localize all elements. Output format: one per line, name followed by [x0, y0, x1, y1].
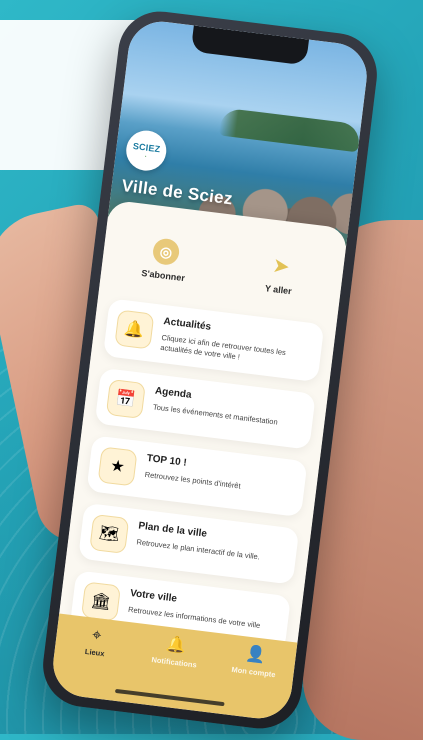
city-logo: SCIEZ • — [123, 128, 169, 173]
location-pin-icon: ◎ — [151, 237, 181, 267]
arrow-icon: ➤ — [272, 254, 290, 277]
nav-label: Mon compte — [231, 664, 276, 680]
card-actualites[interactable]: 🔔 Actualités Cliquez ici afin de retrouv… — [102, 298, 325, 383]
city-icon: 🏛 — [80, 581, 122, 622]
pin-icon: ⌖ — [91, 626, 103, 645]
city-logo-mark: • — [144, 152, 147, 159]
content-sheet: ◎ S'abonner ➤ Y aller 🔔 Actualités Cliqu… — [59, 199, 349, 653]
quick-actions: ◎ S'abonner ➤ Y aller — [115, 219, 330, 314]
nav-label: Notifications — [151, 655, 198, 670]
card-top10[interactable]: ★ TOP 10 ! Retrouvez les points d'intérê… — [86, 435, 308, 518]
subscribe-label: S'abonner — [140, 267, 186, 284]
hero-trees — [218, 107, 362, 153]
subscribe-action[interactable]: ◎ S'abonner — [117, 233, 213, 286]
map-icon: 🗺 — [89, 513, 130, 555]
nav-lieux[interactable]: ⌖ Lieux — [57, 624, 134, 662]
go-there-action[interactable]: ➤ Y aller — [232, 247, 328, 300]
bell-icon: 🔔 — [114, 309, 155, 350]
nav-mon-compte[interactable]: 👤 Mon compte — [216, 643, 293, 681]
nav-label: Lieux — [84, 646, 105, 659]
bell-icon: 🔔 — [165, 635, 188, 656]
card-agenda[interactable]: 📅 Agenda Tous les événements et manifest… — [94, 367, 316, 450]
home-indicator — [114, 688, 225, 707]
user-icon: 👤 — [244, 645, 267, 665]
nav-notifications[interactable]: 🔔 Notifications — [137, 633, 214, 671]
city-logo-text: SCIEZ — [132, 140, 161, 154]
menu-cards: 🔔 Actualités Cliquez ici afin de retrouv… — [69, 298, 325, 653]
star-icon: ★ — [97, 446, 138, 487]
calendar-icon: 📅 — [105, 378, 146, 420]
card-plan[interactable]: 🗺 Plan de la ville Retrouvez le plan int… — [78, 502, 300, 585]
go-there-label: Y aller — [264, 283, 293, 297]
